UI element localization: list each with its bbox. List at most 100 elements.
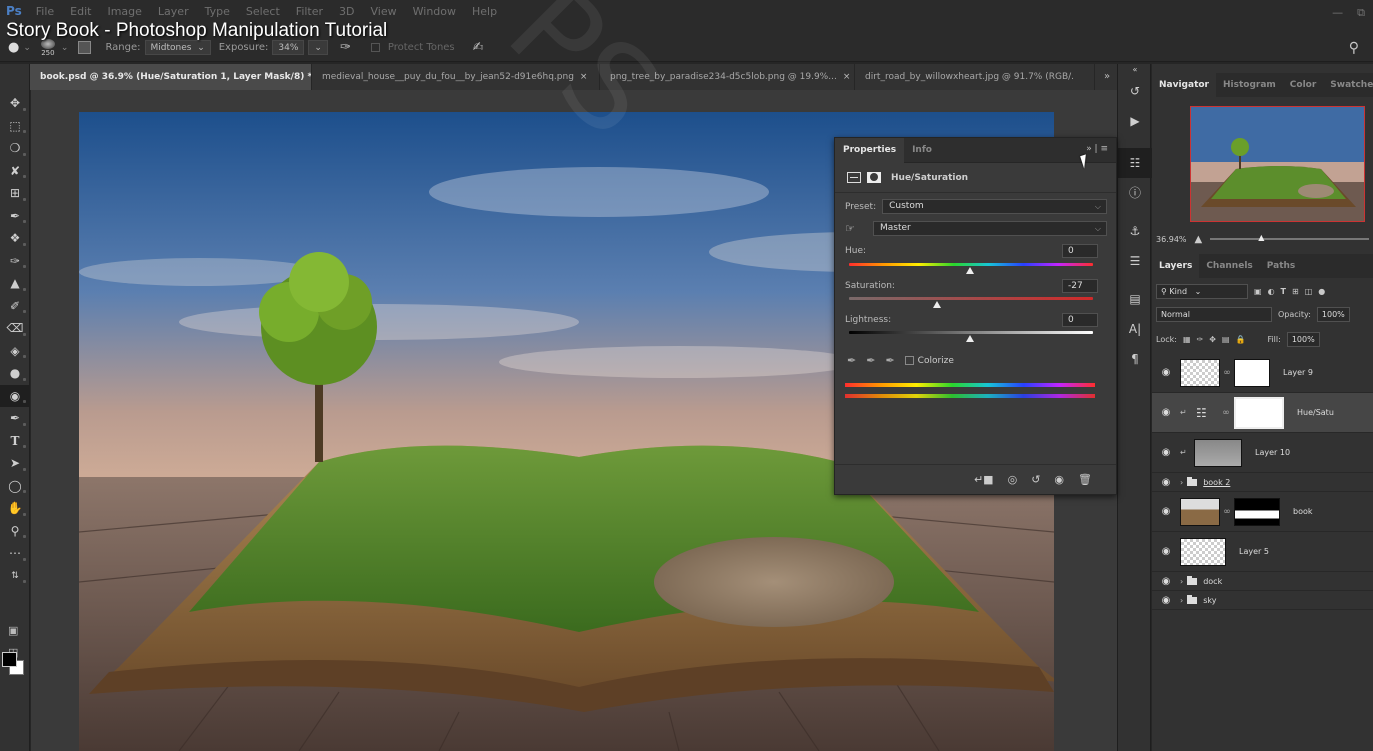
navigator-preview[interactable] xyxy=(1190,106,1365,222)
expand-chevron-icon[interactable]: › xyxy=(1180,577,1183,586)
tab-book-psd[interactable]: book.psd @ 36.9% (Hue/Saturation 1, Laye… xyxy=(30,64,312,90)
history-icon[interactable]: ↺ xyxy=(1118,76,1152,106)
lock-transparent-icon[interactable]: ▦ xyxy=(1183,335,1191,344)
brush-tool-icon[interactable]: ✑ xyxy=(0,250,30,273)
saturation-slider-track[interactable] xyxy=(849,297,1093,300)
foreground-color-swatch[interactable] xyxy=(2,652,17,667)
layer-group-sky[interactable]: ◉ › sky xyxy=(1152,591,1373,610)
mask-link-icon[interactable]: ∞ xyxy=(1223,507,1231,517)
filter-type-icon[interactable]: T xyxy=(1281,287,1286,296)
tool-preset-chevron-icon[interactable]: ⌄ xyxy=(23,43,31,53)
layer-row-layer-5[interactable]: ◉ Layer 5 xyxy=(1152,532,1373,572)
blend-mode-select[interactable]: Normal xyxy=(1156,307,1272,322)
layer-mask-thumbnail[interactable] xyxy=(1234,396,1284,429)
hue-slider-track[interactable] xyxy=(849,263,1093,266)
tab-histogram[interactable]: Histogram xyxy=(1216,73,1283,97)
filter-adjustment-icon[interactable]: ◐ xyxy=(1268,287,1275,296)
menu-type[interactable]: Type xyxy=(197,0,238,18)
eyedropper-subtract-icon[interactable]: ✒ xyxy=(885,354,894,367)
zoom-slider-thumb[interactable]: ▲ xyxy=(1258,233,1264,242)
visibility-eye-icon[interactable]: ◉ xyxy=(1152,506,1180,517)
layer-group-dock[interactable]: ◉ › dock xyxy=(1152,572,1373,591)
lasso-tool-icon[interactable]: ❍ xyxy=(0,137,30,160)
layer-row-hue-saturation[interactable]: ◉ ↵ ☷ ∞ Hue/Satu xyxy=(1152,393,1373,433)
tab-dirt-road[interactable]: dirt_road_by_willowxheart.jpg @ 91.7% (R… xyxy=(855,64,1095,90)
zoom-out-icon[interactable]: ▲ xyxy=(1195,234,1203,245)
clip-to-layer-icon[interactable]: ↵■ xyxy=(974,473,994,486)
menu-select[interactable]: Select xyxy=(238,0,288,18)
history-brush-tool-icon[interactable]: ✐ xyxy=(0,295,30,318)
blur-tool-icon[interactable]: ● xyxy=(0,362,30,385)
restore-icon[interactable]: ⧉ xyxy=(1357,6,1365,20)
eraser-tool-icon[interactable]: ⌫ xyxy=(0,317,30,340)
more-tabs-icon[interactable]: » xyxy=(1099,64,1115,90)
burn-tool-icon[interactable]: ◉ xyxy=(0,384,30,407)
filter-shape-icon[interactable]: ⊞ xyxy=(1292,287,1299,296)
menu-file[interactable]: File xyxy=(28,0,62,18)
exposure-dropdown[interactable]: ⌄ xyxy=(308,40,328,55)
colorize-checkbox[interactable]: Colorize xyxy=(904,355,954,366)
lock-position-icon[interactable]: ✥ xyxy=(1209,335,1216,344)
menu-window[interactable]: Window xyxy=(405,0,464,18)
close-tab-icon[interactable]: × xyxy=(580,72,588,82)
close-tab-icon[interactable]: × xyxy=(843,72,851,82)
expand-chevron-icon[interactable]: › xyxy=(1180,596,1183,605)
lightness-input[interactable]: 0 xyxy=(1062,313,1098,327)
layer-mask-thumbnail[interactable] xyxy=(1234,497,1280,526)
menu-filter[interactable]: Filter xyxy=(288,0,331,18)
quick-mask-icon[interactable]: ▣ xyxy=(8,624,18,637)
menu-layer[interactable]: Layer xyxy=(150,0,197,18)
burn-tool-icon[interactable]: ● xyxy=(8,40,19,55)
layer-row-layer-9[interactable]: ◉ ∞ Layer 9 xyxy=(1152,353,1373,393)
filter-pixel-icon[interactable]: ▣ xyxy=(1254,287,1262,296)
swap-colors-icon[interactable]: ⇅ xyxy=(0,565,30,588)
zoom-value[interactable]: 36.94% xyxy=(1156,235,1187,244)
mask-link-icon[interactable]: ∞ xyxy=(1222,408,1230,418)
actions-icon[interactable]: ▶ xyxy=(1118,106,1152,136)
pressure-size-icon[interactable]: ✍ xyxy=(473,40,484,55)
ellipse-tool-icon[interactable]: ◯ xyxy=(0,475,30,498)
layer-filter-select[interactable]: ⚲ Kind ⌄ xyxy=(1156,284,1248,299)
layer-row-book[interactable]: ◉ ∞ book xyxy=(1152,492,1373,532)
mask-icon[interactable] xyxy=(867,172,881,183)
reset-icon[interactable]: ↺ xyxy=(1031,473,1040,486)
tab-channels[interactable]: Channels xyxy=(1199,254,1259,278)
menu-view[interactable]: View xyxy=(363,0,405,18)
marquee-tool-icon[interactable]: ⬚ xyxy=(0,115,30,138)
preset-select[interactable]: Custom xyxy=(882,199,1107,214)
layer-mask-thumbnail[interactable] xyxy=(1234,358,1270,387)
path-select-tool-icon[interactable]: ➤ xyxy=(0,452,30,475)
properties-icon[interactable]: ☷ xyxy=(1118,148,1152,178)
layer-group-book-2[interactable]: ◉ › book 2 xyxy=(1152,473,1373,492)
expand-chevron-icon[interactable]: › xyxy=(1180,478,1183,487)
visibility-eye-icon[interactable]: ◉ xyxy=(1152,576,1180,587)
hand-tool-icon[interactable]: ✋ xyxy=(0,497,30,520)
crop-tool-icon[interactable]: ⊞ xyxy=(0,182,30,205)
visibility-eye-icon[interactable]: ◉ xyxy=(1152,595,1180,606)
range-select[interactable]: Midtones ⌄ xyxy=(144,40,211,55)
eyedropper-add-icon[interactable]: ✒ xyxy=(866,354,875,367)
targeted-adjust-icon[interactable]: ☞ xyxy=(845,222,867,235)
paragraph-icon[interactable]: ¶ xyxy=(1118,344,1152,374)
visibility-eye-icon[interactable]: ◉ xyxy=(1152,477,1180,488)
adjustments-icon[interactable]: ☰ xyxy=(1118,246,1152,276)
collapse-icon[interactable]: « xyxy=(1118,64,1152,76)
tab-color[interactable]: Color xyxy=(1283,73,1324,97)
panel-menu-icon[interactable]: » | ≡ xyxy=(1086,144,1108,154)
visibility-icon[interactable]: ◉ xyxy=(1054,473,1064,486)
colorize-box[interactable] xyxy=(904,355,914,365)
lock-all-icon[interactable]: 🔒 xyxy=(1235,335,1245,344)
menu-3d[interactable]: 3D xyxy=(331,0,362,18)
tab-info[interactable]: Info xyxy=(904,138,940,163)
brush-settings-icon[interactable]: ⚓ xyxy=(1118,216,1152,246)
menu-image[interactable]: Image xyxy=(99,0,149,18)
zoom-slider[interactable]: ▲ xyxy=(1210,233,1369,242)
more-tools-icon[interactable]: ⋯ xyxy=(0,542,30,565)
eyedropper-tool-icon[interactable]: ✒ xyxy=(0,205,30,228)
zoom-tool-icon[interactable]: ⚲ xyxy=(0,520,30,543)
tab-png-tree[interactable]: png_tree_by_paradise234-d5c5lob.png @ 19… xyxy=(600,64,855,90)
hue-input[interactable]: 0 xyxy=(1062,244,1098,258)
tab-layers[interactable]: Layers xyxy=(1152,254,1200,278)
visibility-eye-icon[interactable]: ◉ xyxy=(1152,447,1180,458)
delete-icon[interactable]: 🗑 xyxy=(1078,473,1092,486)
